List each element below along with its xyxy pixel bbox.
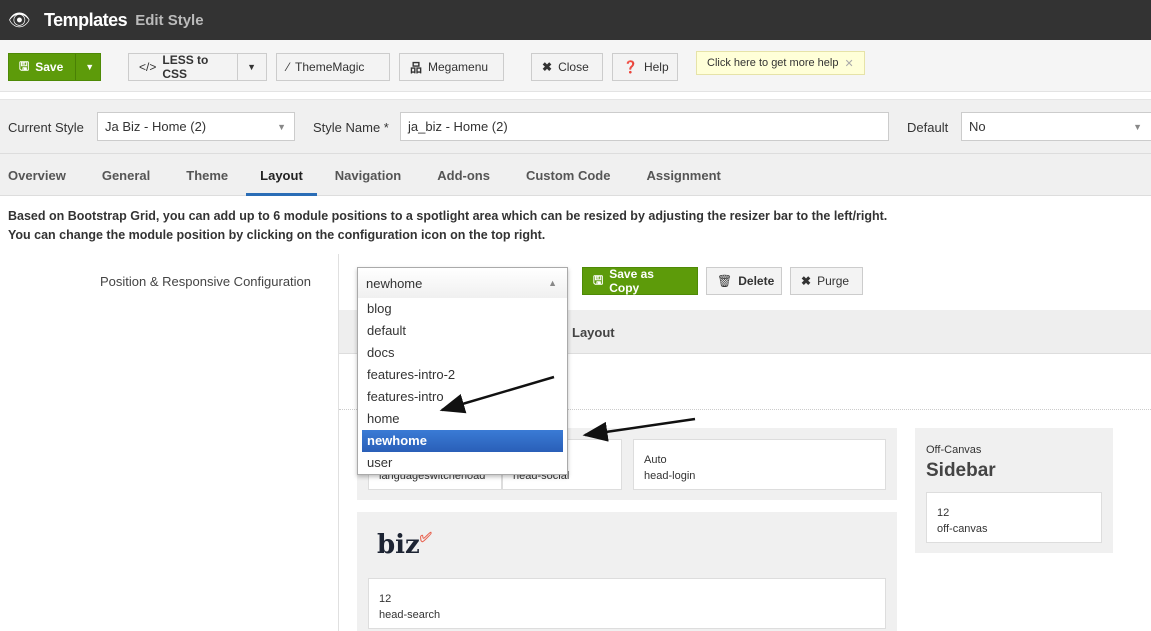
arrow-icon <box>582 417 696 442</box>
arrow-icon <box>439 375 555 414</box>
annotation-arrows <box>439 375 696 442</box>
